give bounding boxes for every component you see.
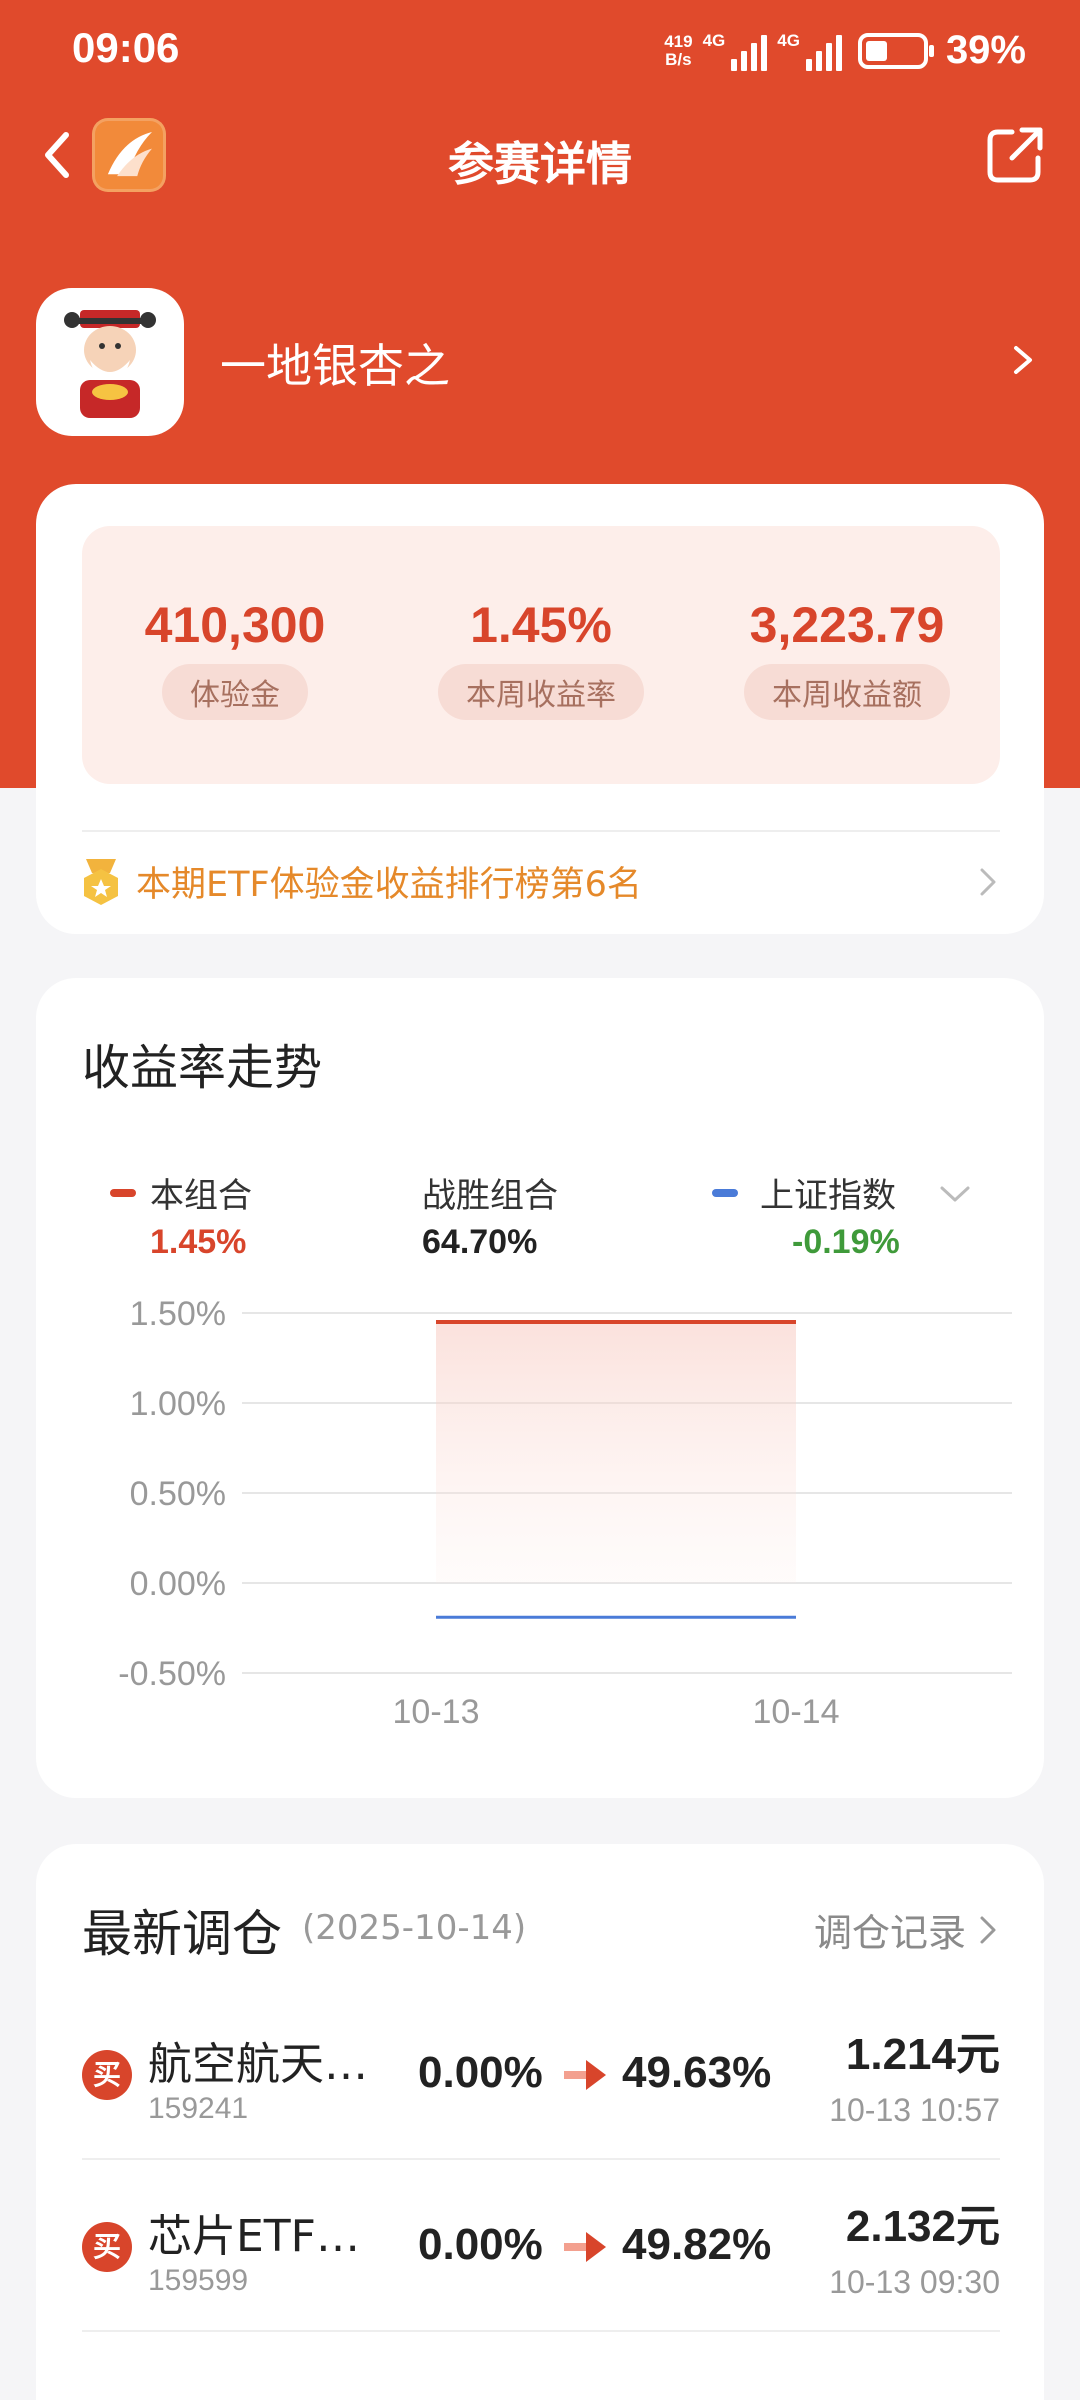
- divider: [82, 830, 1000, 832]
- legend-item-portfolio[interactable]: 本组合 1.45%: [110, 1168, 252, 1262]
- x-tick-label: 10-13: [393, 1693, 480, 1731]
- legend-swatch: [110, 1188, 136, 1197]
- status-time: 09:06: [72, 24, 180, 71]
- ranking-text: 本期ETF体验金收益排行榜第6名: [136, 865, 642, 905]
- stat-experience-fund: 410,300 体验金: [82, 596, 388, 720]
- divider: [82, 2330, 1000, 2332]
- signal-icon: 4G: [703, 31, 768, 71]
- status-icons: 419 B/s 4G 4G 39%: [664, 28, 1026, 73]
- legend-item-sse-index[interactable]: 上证指数 -0.19%: [712, 1168, 900, 1262]
- trend-chart: 1.50% 1.00% 0.50% 0.00% -0.50% 10-13 10-14: [118, 1295, 1012, 1731]
- weight-from: 0.00%: [418, 2048, 543, 2097]
- legend-swatch: [712, 1188, 738, 1197]
- buy-badge: 买: [82, 2050, 132, 2100]
- weight-to: 49.63%: [622, 2048, 772, 2097]
- weight-to: 49.82%: [622, 2220, 772, 2269]
- chevron-down-icon[interactable]: [938, 1184, 972, 1204]
- fund-name: 芯片ETF…: [148, 2211, 360, 2262]
- battery-icon: [857, 32, 934, 69]
- trade-time: 10-13 09:30: [829, 2264, 1000, 2300]
- page-title: 参赛详情: [448, 137, 632, 191]
- y-tick-label: 0.50%: [130, 1475, 226, 1513]
- chevron-right-icon: [980, 1916, 996, 1943]
- series-area: [436, 1322, 796, 1583]
- chevron-right-icon[interactable]: [1004, 340, 1040, 380]
- fund-code: 159599: [148, 2264, 249, 2297]
- fund-code: 159241: [148, 2092, 249, 2125]
- buy-badge: 买: [82, 2222, 132, 2272]
- arrow-right-icon: [564, 2232, 606, 2262]
- y-tick-label: -0.50%: [118, 1655, 226, 1693]
- stat-weekly-return-amount: 3,223.79 本周收益额: [694, 596, 1000, 720]
- ranking-link[interactable]: 本期ETF体验金收益排行榜第6名: [80, 856, 642, 907]
- x-tick-label: 10-14: [753, 1693, 840, 1731]
- weight-from: 0.00%: [418, 2220, 543, 2269]
- avatar[interactable]: [36, 288, 184, 436]
- stats-card: 410,300 体验金 1.45% 本周收益率 3,223.79 本周收益额 本…: [36, 484, 1044, 934]
- stats-box: 410,300 体验金 1.45% 本周收益率 3,223.79 本周收益额: [82, 526, 1000, 784]
- rebalance-row[interactable]: 买 航空航天… 159241 0.00% 49.63% 1.214元 10-13…: [82, 1988, 1000, 2160]
- trade-time: 10-13 10:57: [829, 2092, 1000, 2128]
- y-tick-label: 1.00%: [130, 1385, 226, 1423]
- status-bar: 09:06 419 B/s 4G 4G 39%: [0, 0, 1080, 100]
- rebalance-card: 最新调仓 (2025-10-14) 调仓记录 买 航空航天… 159241 0.…: [36, 1844, 1044, 2400]
- stat-weekly-return-rate: 1.45% 本周收益率: [388, 596, 694, 720]
- trade-price: 2.132元: [845, 2202, 1000, 2251]
- battery-percent: 39%: [945, 28, 1026, 72]
- rebalance-row[interactable]: 买 芯片ETF… 159599 0.00% 49.82% 2.132元 10-1…: [82, 2160, 1000, 2332]
- trade-price: 1.214元: [845, 2030, 1000, 2079]
- medal-icon: [84, 858, 118, 905]
- battery-level: [865, 40, 887, 61]
- share-icon[interactable]: [982, 122, 1048, 188]
- y-tick-label: 1.50%: [130, 1295, 226, 1333]
- rebalance-history-link[interactable]: 调仓记录: [814, 1902, 1000, 1957]
- y-tick-label: 0.00%: [130, 1565, 226, 1603]
- legend-item-beat[interactable]: 战胜组合 64.70%: [422, 1168, 558, 1262]
- chevron-right-icon[interactable]: [974, 864, 1002, 900]
- trend-title: 收益率走势: [82, 1040, 323, 1096]
- fund-name: 航空航天…: [148, 2039, 368, 2090]
- signal-icon: 4G: [777, 31, 842, 71]
- rebalance-date: (2025-10-14): [302, 1908, 527, 1948]
- user-name[interactable]: 一地银杏之: [220, 330, 450, 396]
- trend-card: 收益率走势 本组合 1.45% 战胜组合 64.70% 上证指数 -0.19% …: [36, 978, 1044, 1798]
- rebalance-title: 最新调仓: [82, 1905, 282, 1963]
- network-speed: 419 B/s: [664, 31, 693, 69]
- top-nav: 参赛详情: [0, 110, 1080, 200]
- arrow-right-icon: [564, 2060, 606, 2090]
